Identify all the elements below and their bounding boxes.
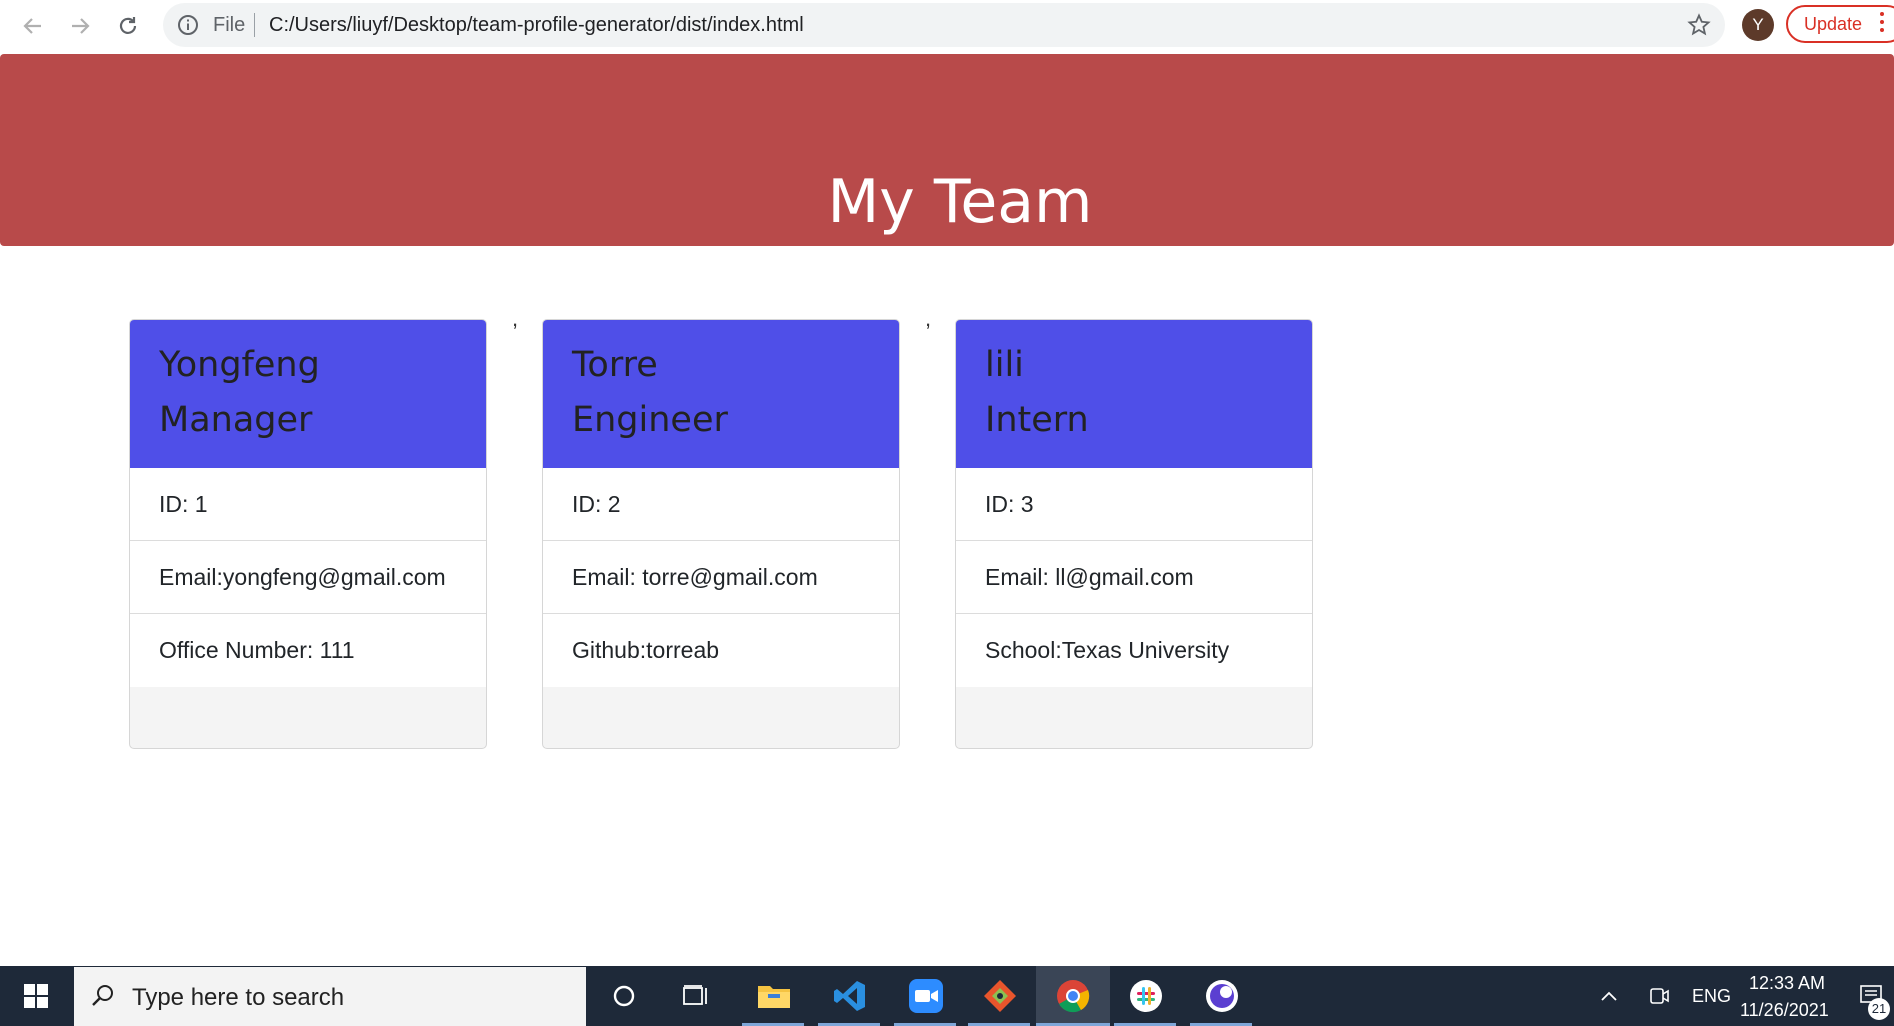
language-indicator[interactable]: ENG [1692,986,1731,1007]
back-button[interactable] [17,10,49,42]
page-title: My Team [827,167,1093,237]
reload-button[interactable] [112,10,144,42]
url-text[interactable]: C:/Users/liuyf/Desktop/team-profile-gene… [269,14,804,37]
address-bar[interactable]: File C:/Users/liuyf/Desktop/team-profile… [163,3,1725,47]
employee-role: Intern [985,400,1089,440]
employee-name: Torre [572,345,658,385]
card-header: Yongfeng Manager [130,320,486,468]
arrow-left-icon [23,18,41,34]
employee-extra: Office Number: 111 [130,614,486,687]
chevron-up-icon[interactable] [1594,966,1624,1026]
info-icon[interactable] [177,14,199,41]
file-explorer-icon[interactable] [746,966,802,1026]
employee-name: Yongfeng [159,345,320,385]
employee-role: Manager [159,400,313,440]
clock-time[interactable]: 12:33 AM [1749,973,1825,994]
meet-now-icon[interactable] [1644,966,1674,1026]
employee-id: ID: 1 [130,468,486,541]
app-icon[interactable] [1194,966,1250,1026]
employee-role: Engineer [572,400,728,440]
employee-email: Email: ll@gmail.com [956,541,1312,614]
employee-extra: Github:torreab [543,614,899,687]
page-header: My Team [0,54,1894,246]
file-label: File [213,14,246,36]
profile-avatar[interactable]: Y [1742,9,1774,41]
card-header: lili Intern [956,320,1312,468]
task-view-icon[interactable] [672,966,720,1026]
card-header: Torre Engineer [543,320,899,468]
windows-start-icon[interactable] [0,966,72,1026]
git-icon[interactable] [972,966,1028,1026]
employee-extra: School:Texas University [956,614,1312,687]
employee-email: Email:yongfeng@gmail.com [130,541,486,614]
vscode-icon[interactable] [822,966,878,1026]
search-icon [90,983,116,1014]
separator-text: , [512,306,519,331]
reload-icon [119,17,137,34]
chrome-icon[interactable] [1036,966,1110,1026]
taskbar: Type here to search ENG 12:33 AM 11/26/2… [0,966,1894,1026]
employee-card: Yongfeng Manager ID: 1 Email:yongfeng@gm… [129,319,487,749]
employee-email: Email: torre@gmail.com [543,541,899,614]
arrow-right-icon [72,18,90,34]
slack-icon[interactable] [1118,966,1174,1026]
menu-kebab-icon[interactable] [1880,12,1886,36]
employee-name: lili [985,345,1024,385]
notification-badge: 21 [1868,998,1890,1020]
browser-toolbar: File C:/Users/liuyf/Desktop/team-profile… [0,0,1894,52]
search-placeholder: Type here to search [132,984,345,1011]
employee-card: Torre Engineer ID: 2 Email: torre@gmail.… [542,319,900,749]
separator-text: , [925,306,932,331]
bookmark-star-icon[interactable] [1687,13,1711,42]
employee-card: lili Intern ID: 3 Email: ll@gmail.com Sc… [955,319,1313,749]
employee-id: ID: 2 [543,468,899,541]
clock-date[interactable]: 11/26/2021 [1740,1000,1829,1021]
zoom-icon[interactable] [898,966,954,1026]
employee-id: ID: 3 [956,468,1312,541]
cortana-icon[interactable] [600,966,648,1026]
taskbar-search-input[interactable]: Type here to search [74,967,586,1026]
divider [254,13,255,37]
forward-button[interactable] [64,10,96,42]
update-button[interactable]: Update [1786,5,1894,43]
